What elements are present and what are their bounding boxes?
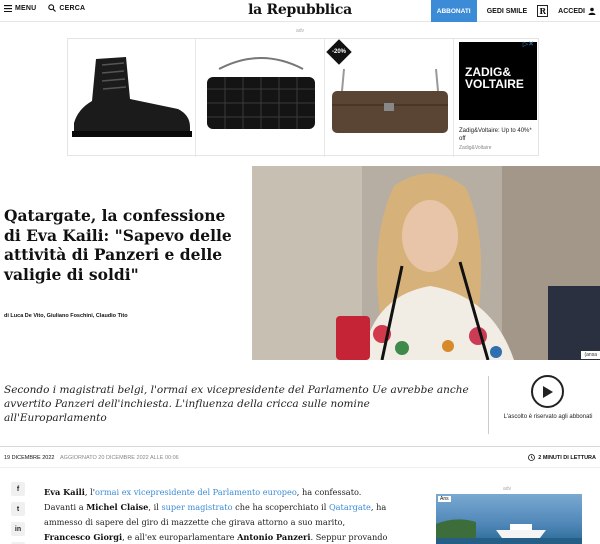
rep-icon[interactable]: R (537, 5, 549, 17)
ad-product-brown-bag[interactable]: -20% (326, 39, 454, 157)
text: , l' (84, 487, 95, 497)
article-body: Eva Kaili, l'ormai ex vicepresidente del… (44, 485, 394, 544)
article-title: Qatargate, la confessione di Eva Kaili: … (4, 206, 232, 284)
article-meta: 19 DICEMBRE 2022 AGGIORNATO 20 DICEMBRE … (0, 446, 600, 468)
share-bar: f t in ✉ (11, 482, 25, 544)
gedi-smile-link[interactable]: GEDI SMILE (477, 8, 537, 15)
login-button[interactable]: ACCEDI (558, 7, 600, 15)
ad-brand-logo[interactable]: ZADIG& VOLTAIRE (459, 42, 537, 120)
text: , e all'ex europarlamentare (122, 532, 238, 542)
audio-play-button[interactable] (531, 375, 564, 408)
read-time: 2 MINUTI DI LETTURA (528, 454, 596, 461)
ad-product-boot[interactable] (68, 39, 196, 157)
updated-date: AGGIORNATO 20 DICEMBRE 2022 ALLE 00:06 (60, 455, 179, 461)
article-authors: di Luca De Vito, Giuliano Foschini, Clau… (4, 313, 128, 319)
ad-caption[interactable]: Zadig&Voltaire: Up to 40%* off (459, 127, 537, 143)
read-time-label: 2 MINUTI DI LETTURA (538, 454, 596, 461)
body-link[interactable]: ormai ex vicepresidente del Parlamento e… (95, 487, 297, 497)
facebook-icon[interactable]: f (11, 482, 25, 496)
divider (488, 376, 489, 434)
ad-product-black-bag[interactable] (197, 39, 325, 157)
publish-date: 19 DICEMBRE 2022 (4, 455, 55, 461)
article-summary: Secondo i magistrati belgi, l'ormai ex v… (4, 384, 469, 424)
subscribe-button[interactable]: ABBONATI (430, 0, 477, 22)
bold-name: Michel Claise (86, 502, 149, 512)
ad-sponsor: Zadig&Voltaire (459, 145, 492, 151)
bold-name: Eva Kaili (44, 487, 85, 497)
ad-choices-icon[interactable]: ▷✕ (523, 40, 534, 48)
top-bar: MENU CERCA la Repubblica ABBONATI GEDI S… (0, 0, 600, 22)
login-label: ACCEDI (558, 7, 585, 15)
user-icon (588, 7, 596, 15)
side-ad[interactable]: Ans (436, 494, 582, 544)
text: , il (148, 502, 162, 512)
ad-banner[interactable]: -20% ZADIG& VOLTAIRE ▷✕ Zadig&Voltaire: … (67, 38, 539, 157)
bold-name: Antonio Panzeri (237, 532, 311, 542)
ad-label: adv (295, 28, 305, 34)
boot-image (72, 57, 192, 137)
photo-credit: (ansa (581, 351, 600, 359)
ad2-tag: Ans (438, 496, 451, 502)
body-link[interactable]: super magistrato (161, 502, 232, 512)
play-icon (542, 385, 553, 398)
quilted-bag-image (207, 57, 315, 129)
clock-icon (528, 454, 536, 461)
linkedin-icon[interactable]: in (11, 522, 25, 536)
body-link[interactable]: Qatargate (329, 502, 371, 512)
text: che ha scoperchiato il (232, 502, 329, 512)
ad2-label: adv (503, 486, 512, 492)
audio-label: L'ascolto è riservato agli abbonati (503, 414, 593, 420)
hero-photo: (ansa (252, 166, 600, 360)
yacht-image (436, 519, 582, 544)
portrait-image (252, 166, 600, 360)
twitter-icon[interactable]: t (11, 502, 25, 516)
bold-name: Francesco Giorgi (44, 532, 123, 542)
